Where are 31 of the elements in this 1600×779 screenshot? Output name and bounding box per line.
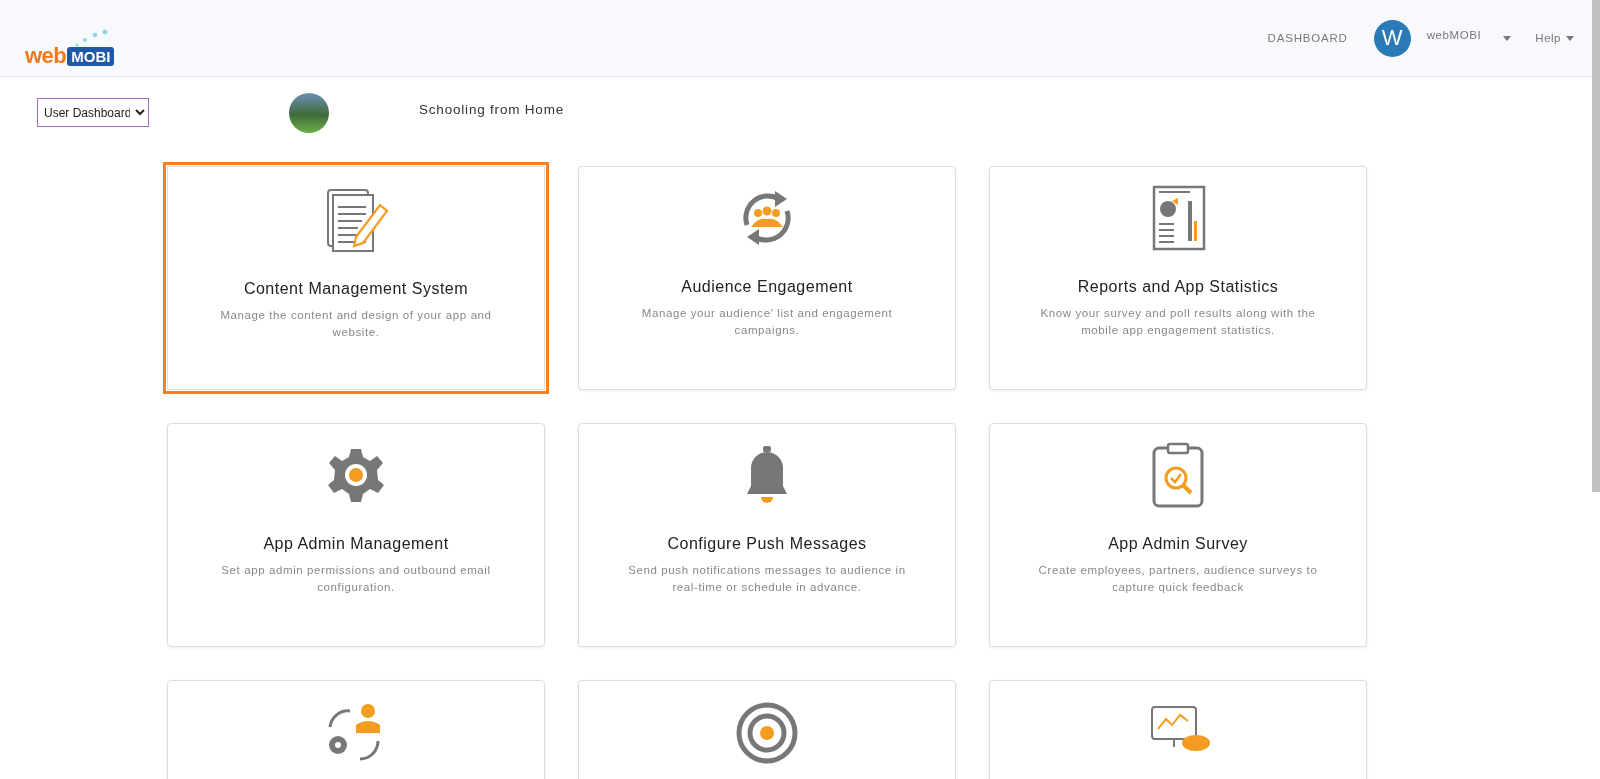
card-description: Send push notifications messages to audience in real-time or schedule in advance. [627,563,907,595]
feature-card[interactable]: App Admin Survey Create employees, partners, audience surveys to capture quick feedback [989,423,1367,647]
card-description: Set app admin permissions and outbound email configuration. [220,563,492,595]
logo-badge: MOBI [67,46,115,66]
scrollbar[interactable] [1592,0,1600,492]
card-title: App Admin Survey [1108,535,1248,553]
feature-card[interactable]: Configure Push Messages Send push notifications messages to audience in real-time or schedule in advance. [578,423,956,647]
help-menu[interactable]: Help [1535,32,1574,44]
dashboard-link[interactable]: DASHBOARD [1267,32,1348,44]
app-title: Schooling from Home [419,102,564,117]
logo-text: web [25,43,67,69]
user-name[interactable]: webMOBI [1426,29,1482,41]
card-description: Create employees, partners, audience surveys to capture quick feedback [1037,563,1319,595]
caret-icon [1566,35,1574,41]
card-title: Content Management System [243,280,469,298]
card-description: Manage your audience' list and engagement campaigns. [640,306,894,338]
card-description: Know your survey and poll results along with the mobile app engagement statistics. [1039,306,1317,338]
feature-card[interactable]: Content Management System Manage the content and design of your app and website. [163,162,549,394]
feature-card[interactable]: App Admin Management Set app admin permissions and outbound email configuration. [167,423,545,647]
card-description: Manage the content and design of your app and website. [219,308,493,340]
caret-icon[interactable] [1503,35,1512,41]
feature-card[interactable]: Audience Engagement Manage your audience' list and engagement campaigns. [578,166,956,390]
card-title: Configure Push Messages [667,535,867,553]
user-avatar: W [1373,19,1411,57]
dots-icon [73,29,109,47]
view-select[interactable]: User Dashboard [37,98,149,127]
card-title: Reports and App Statistics [1077,278,1279,296]
photo-placeholder [289,92,329,133]
card-title: Audience Engagement [681,278,853,296]
card-title: App Admin Management [263,535,449,553]
feature-card[interactable]: Reports and App Statistics Know your survey and poll results along with the mobile app engagement statistics. [989,166,1367,390]
